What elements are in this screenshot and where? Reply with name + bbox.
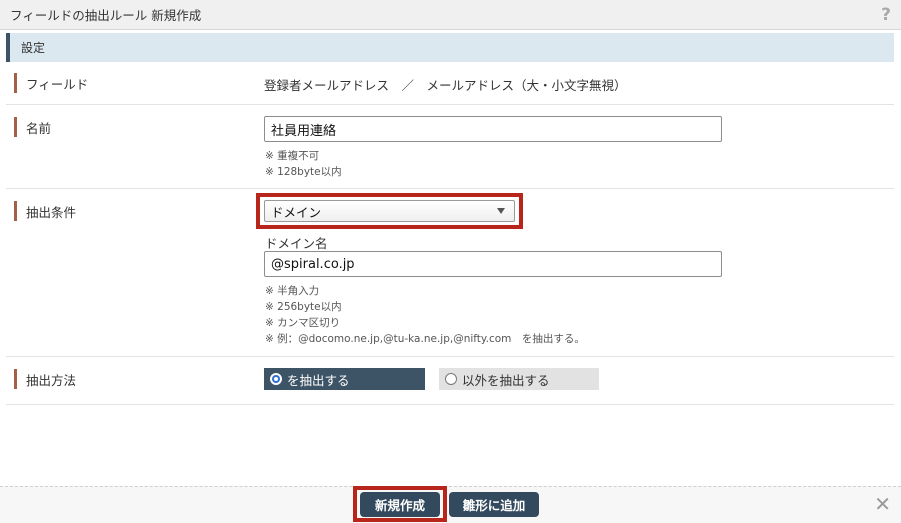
domain-note: ※ カンマ区切り	[265, 317, 341, 329]
method-label-text: 抽出方法	[26, 372, 77, 388]
name-note: ※ 128byte以内	[265, 166, 342, 178]
name-notes: ※ 重複不可 ※ 128byte以内	[265, 148, 342, 180]
field-row-label: フィールド	[14, 73, 88, 93]
section-title: 設定	[21, 41, 46, 55]
name-note: ※ 重複不可	[265, 150, 320, 162]
dialog-title: フィールドの抽出ルール 新規作成	[10, 8, 202, 23]
domain-note: ※ 256byte以内	[265, 301, 342, 313]
row-divider	[6, 356, 894, 357]
condition-row-label: 抽出条件	[14, 201, 76, 221]
condition-label-text: 抽出条件	[26, 204, 77, 220]
condition-select[interactable]: ドメイン	[264, 200, 515, 222]
domain-notes: ※ 半角入力 ※ 256byte以内 ※ カンマ区切り ※ 例：@docomo.…	[265, 283, 585, 347]
radio-selected-icon	[270, 373, 282, 385]
section-header: 設定	[6, 33, 894, 62]
method-row-label: 抽出方法	[14, 369, 76, 389]
domain-note: ※ 半角入力	[265, 285, 320, 297]
name-input[interactable]	[264, 116, 722, 142]
name-row-label: 名前	[14, 117, 51, 137]
name-label-text: 名前	[26, 120, 52, 136]
radio-exclude[interactable]: 以外を抽出する	[439, 368, 599, 390]
domain-input[interactable]	[264, 251, 722, 277]
field-value: 登録者メールアドレス ／ メールアドレス（大・小文字無視）	[264, 78, 627, 93]
add-to-template-button[interactable]: 雛形に追加	[449, 492, 539, 517]
row-divider	[6, 104, 894, 105]
domain-name-label: ドメイン名	[265, 236, 328, 251]
radio-unselected-icon	[445, 373, 457, 385]
create-button[interactable]: 新規作成	[360, 492, 440, 517]
radio-include-label: を抽出する	[287, 372, 350, 388]
row-divider	[6, 404, 894, 405]
field-label-text: フィールド	[26, 76, 89, 92]
condition-select-value: ドメイン	[271, 204, 322, 220]
dialog-titlebar: フィールドの抽出ルール 新規作成	[0, 0, 901, 30]
domain-note: ※ 例：@docomo.ne.jp,@tu-ka.ne.jp,@nifty.co…	[265, 333, 585, 345]
help-icon[interactable]: ?	[881, 5, 891, 25]
radio-exclude-label: 以外を抽出する	[462, 372, 550, 388]
chevron-down-icon	[497, 208, 505, 214]
radio-include[interactable]: を抽出する	[264, 368, 425, 390]
row-divider	[6, 188, 894, 189]
close-icon[interactable]: ✕	[874, 494, 891, 514]
